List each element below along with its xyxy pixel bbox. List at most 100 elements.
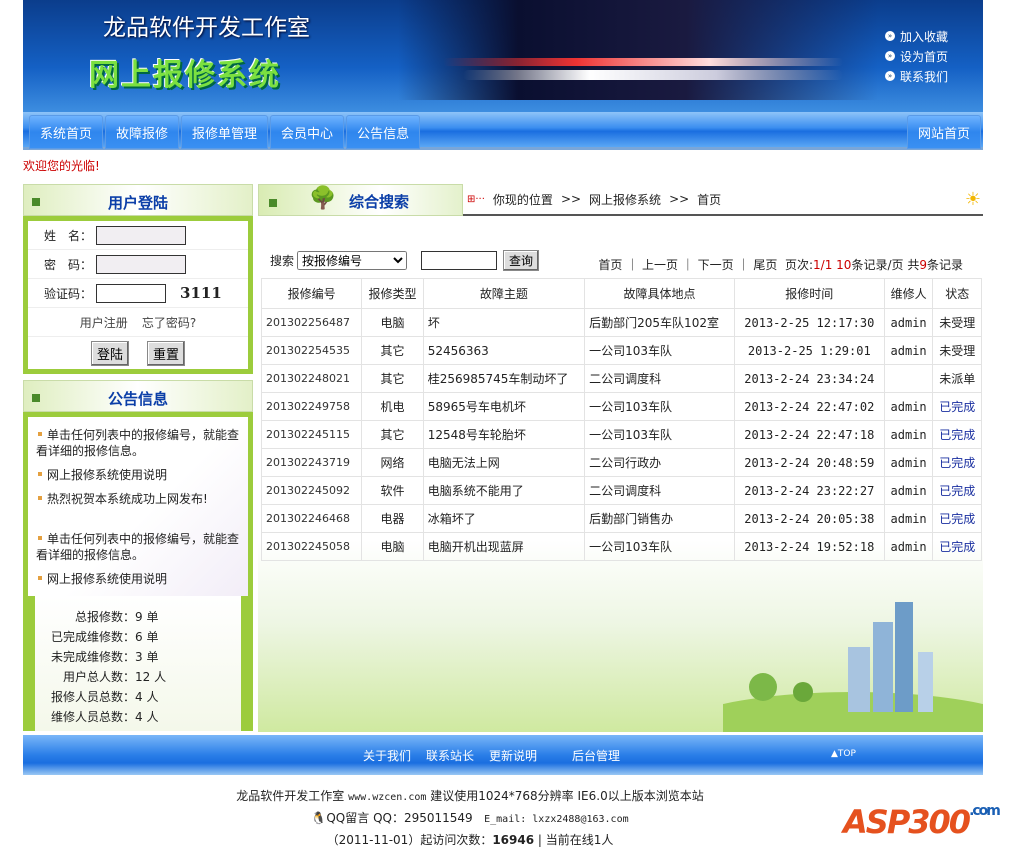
light-streak [443, 58, 843, 66]
repair-id[interactable]: 201302256487 [260, 308, 363, 337]
reset-button[interactable]: 重置 [147, 340, 186, 366]
forgot-password-link[interactable]: 忘了密码? [142, 314, 196, 331]
fault-location: 后勤部门205车队102室 [584, 308, 735, 337]
report-time: 2013-2-24 20:48:59 [733, 448, 885, 477]
fault-location: 一公司103车队 [584, 532, 735, 561]
city-skyline-image [723, 602, 983, 732]
fault-subject: 桂256985745车制动坏了 [422, 364, 586, 393]
repair-id[interactable]: 201302249758 [260, 392, 363, 421]
total-count: 9 [919, 258, 927, 272]
name-input[interactable] [96, 225, 187, 245]
bullet-icon [38, 536, 42, 540]
crumb-label: 你现的位置 [492, 192, 553, 207]
set-homepage-link[interactable]: » 设为首页 [885, 46, 948, 66]
light-streak [463, 70, 843, 80]
bullet-icon [38, 576, 42, 580]
column-header: 状态 [932, 278, 982, 309]
search-label: 搜索 [270, 254, 295, 268]
name-label: 姓 名： [44, 228, 93, 243]
stat-row: 报修人员总数： 4 人 [35, 688, 241, 708]
table-row[interactable]: 201302249758 机电 58965号车电机坏 一公司103车队 2013-2-2… [260, 392, 982, 421]
fault-location: 二公司调度科 [584, 476, 735, 505]
nav-announcements[interactable]: 公告信息 [346, 115, 421, 149]
admin-link[interactable]: 后台管理 [572, 747, 620, 764]
pointer-icon: ⊞··· [467, 193, 485, 205]
crumb-home[interactable]: 首页 [697, 191, 721, 208]
contact-admin-link[interactable]: 联系站长 [426, 747, 474, 764]
repair-type: 其它 [361, 336, 424, 365]
fault-location: 二公司行政办 [584, 448, 735, 477]
table-row[interactable]: 201302243719 网络 电脑无法上网 二公司行政办 2013-2-24 20:4… [260, 448, 982, 477]
nav-report-fault[interactable]: 故障报修 [105, 115, 180, 149]
stat-label: 维修人员总数： [50, 710, 135, 724]
last-page-link[interactable]: 尾页 [753, 258, 777, 272]
nav-member-center[interactable]: 会员中心 [270, 115, 345, 149]
changelog-link[interactable]: 更新说明 [489, 747, 537, 764]
report-time: 2013-2-24 23:34:24 [733, 364, 885, 393]
technician: admin [883, 532, 934, 561]
column-header: 维修人 [883, 278, 934, 309]
back-to-top-link[interactable]: ▲TOP [831, 749, 856, 759]
status: 未受理 [932, 308, 982, 337]
notice-item[interactable]: 单击任何列表中的报修编号，就能查看详细的报修信息。 [36, 531, 240, 563]
site-url[interactable]: www.wzcen.com [348, 792, 426, 803]
register-link[interactable]: 用户注册 [80, 314, 128, 331]
repair-id[interactable]: 201302245092 [260, 476, 363, 505]
repair-id[interactable]: 201302245058 [260, 532, 363, 561]
footer-info: 龙品软件开发工作室 www.wzcen.com 建议使用1024*768分辨率 … [0, 786, 940, 851]
crumb-system[interactable]: 网上报修系统 [589, 191, 661, 208]
search-field-select[interactable]: 按报修编号 [297, 251, 408, 270]
fault-subject: 58965号车电机坏 [422, 392, 586, 421]
table-row[interactable]: 201302246468 电器 冰箱坏了 后勤部门销售办 2013-2-24 20:05… [260, 504, 982, 533]
password-input[interactable] [96, 254, 187, 274]
table-row[interactable]: 201302245115 其它 12548号车轮胎坏 一公司103车队 2013-2-2… [260, 420, 982, 449]
fault-location: 二公司调度科 [584, 364, 735, 393]
table-row[interactable]: 201302248021 其它 桂256985745车制动坏了 二公司调度科 2013-… [260, 364, 982, 393]
stat-label: 报修人员总数： [50, 690, 135, 704]
bullet-icon [38, 496, 42, 500]
notice-text: 网上报修系统使用说明 [47, 468, 168, 482]
nav-order-management[interactable]: 报修单管理 [181, 115, 269, 149]
page-label: 页次: [784, 258, 814, 272]
search-button[interactable]: 查询 [503, 250, 540, 271]
notice-panel: 公告信息 单击任何列表中的报修编号，就能查看详细的报修信息。 网上报修系统使用说… [23, 380, 253, 632]
search-input[interactable] [421, 251, 498, 270]
stat-row: 维修人员总数： 4 人 [35, 708, 241, 728]
technician: admin [883, 308, 934, 337]
login-button[interactable]: 登陆 [90, 340, 129, 366]
first-page-link[interactable]: 首页 [598, 258, 622, 272]
contact-link[interactable]: » 联系我们 [885, 66, 948, 86]
add-favorite-link[interactable]: » 加入收藏 [885, 26, 948, 46]
nav-site-home[interactable]: 网站首页 [906, 115, 981, 149]
repair-id[interactable]: 201302248021 [260, 364, 363, 393]
repair-id[interactable]: 201302245115 [260, 420, 363, 449]
prev-page-link[interactable]: 上一页 [642, 258, 678, 272]
notice-item[interactable]: 网上报修系统使用说明 [36, 571, 240, 587]
notice-item[interactable]: 热烈祝贺本系统成功上网发布! [36, 491, 240, 507]
stat-label: 总报修数： [74, 610, 135, 624]
next-page-link[interactable]: 下一页 [698, 258, 734, 272]
captcha-input[interactable] [96, 283, 167, 303]
nav-home[interactable]: 系统首页 [29, 115, 104, 149]
column-header: 故障具体地点 [584, 278, 735, 309]
table-row[interactable]: 201302256487 电脑坏后勤部门205车队102室 2013-2-25 12… [260, 308, 982, 337]
qq-message-link[interactable]: QQ留言 [326, 811, 369, 825]
repair-id[interactable]: 201302243719 [260, 448, 363, 477]
stat-row: 用户总人数： 12 人 [35, 668, 241, 688]
table-row[interactable]: 201302245092 软件 电脑系统不能用了 二公司调度科 2013-2-24 23… [260, 476, 982, 505]
column-header: 报修编号 [260, 278, 363, 309]
about-link[interactable]: 关于我们 [363, 747, 411, 764]
table-row[interactable]: 201302254535 其它 52456363 一公司103车队 2013-2-25 … [260, 336, 982, 365]
arrow-circle-icon: » [885, 71, 895, 81]
repair-table: 报修编号 报修类型 故障主题 故障具体地点 报修时间 维修人 状态 201302256487 电… [260, 278, 982, 561]
notice-item[interactable]: 网上报修系统使用说明 [36, 467, 240, 483]
status: 未受理 [932, 336, 982, 365]
notice-item[interactable]: 单击任何列表中的报修编号，就能查看详细的报修信息。 [36, 427, 240, 459]
technician: admin [883, 504, 934, 533]
repair-id[interactable]: 201302254535 [260, 336, 363, 365]
technician: admin [883, 420, 934, 449]
table-row[interactable]: 201302245058 电脑 电脑开机出现蓝屏 一公司103车队 2013-2-24 … [260, 532, 982, 561]
repair-id[interactable]: 201302246468 [260, 504, 363, 533]
captcha-code: 3111 [180, 284, 222, 302]
arrow-circle-icon: » [885, 31, 895, 41]
